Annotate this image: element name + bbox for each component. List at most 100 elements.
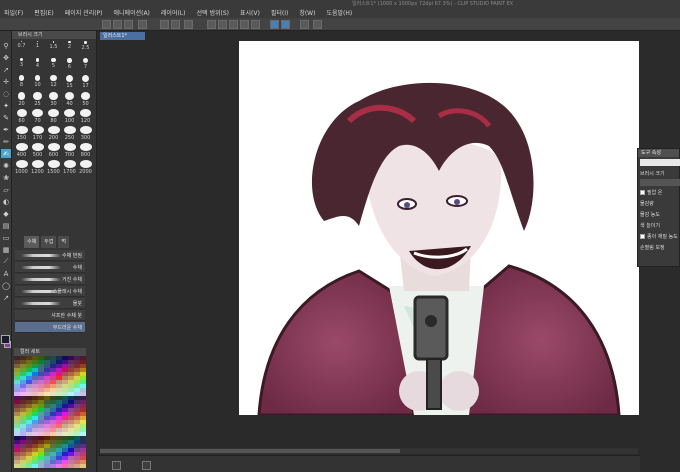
subtool-item[interactable]: 거친 수채 — [15, 274, 85, 285]
text-icon[interactable]: A — [1, 269, 11, 278]
menu-help[interactable]: 도움말(H) — [326, 8, 352, 17]
tab-watercolor[interactable]: 수채 — [24, 236, 40, 248]
brush-size-option[interactable]: 4 — [30, 58, 45, 73]
brush-size-option[interactable]: 25 — [30, 92, 45, 107]
crop-icon[interactable] — [251, 20, 260, 29]
brush-size-option[interactable]: 3 — [14, 58, 29, 73]
save-icon[interactable] — [124, 20, 133, 29]
menu-edit[interactable]: 편집(E) — [34, 8, 54, 17]
layer-icon[interactable] — [142, 461, 151, 470]
brush-size-option[interactable]: 2 — [62, 41, 77, 56]
subtool-item[interactable]: 수채 — [15, 262, 85, 273]
move-icon[interactable]: ✥ — [1, 53, 11, 62]
brush-size-option[interactable]: 7 — [78, 58, 93, 73]
brush-size-option[interactable]: 120 — [78, 109, 93, 124]
pressure-toggle[interactable]: 필압 온 — [640, 189, 662, 196]
brush-size-option[interactable]: 5 — [46, 58, 61, 73]
brush-size-option[interactable]: 2.5 — [78, 41, 93, 56]
brush-size-option[interactable]: 150 — [14, 126, 29, 141]
brush-size-option[interactable]: 1500 — [46, 160, 61, 175]
brush-size-option[interactable]: 1000 — [14, 160, 29, 175]
pressure-checkbox[interactable] — [640, 190, 645, 195]
export-icon[interactable] — [138, 20, 147, 29]
brush-icon[interactable]: ✍ — [1, 149, 11, 158]
drawing-canvas[interactable] — [239, 41, 639, 415]
balloon-icon[interactable]: ◯ — [1, 281, 11, 290]
brush-size-value-slider[interactable] — [640, 179, 680, 186]
brush-size-option[interactable]: 200 — [46, 126, 61, 141]
subtool-item-selected[interactable]: 부드러운 수채 — [15, 322, 85, 333]
settings-icon[interactable] — [313, 20, 322, 29]
redo-icon[interactable] — [171, 20, 180, 29]
blend-icon[interactable]: ◐ — [1, 197, 11, 206]
brush-size-option[interactable]: 1700 — [62, 160, 77, 175]
move-layer-icon[interactable]: ✛ — [1, 77, 11, 86]
zoom-icon[interactable]: ⚲ — [1, 41, 11, 50]
menu-animation[interactable]: 애니메이션(A) — [114, 8, 150, 17]
main-color-swatch[interactable] — [1, 335, 10, 344]
brush-size-option[interactable]: 100 — [62, 109, 77, 124]
brush-size-option[interactable]: 2000 — [78, 160, 93, 175]
paper-texture-checkbox[interactable] — [640, 234, 645, 239]
new-icon[interactable] — [102, 20, 111, 29]
decoration-icon[interactable]: ❀ — [1, 173, 11, 182]
clear-icon[interactable] — [184, 20, 193, 29]
brush-size-option[interactable]: 170 — [30, 126, 45, 141]
tab-ink[interactable]: 먹 — [58, 236, 70, 248]
selection-icon[interactable]: ◌ — [1, 89, 11, 98]
brush-size-option[interactable]: 8 — [14, 75, 29, 90]
pen-icon[interactable]: ✒ — [1, 125, 11, 134]
menu-view[interactable]: 표시(V) — [240, 8, 260, 17]
brush-size-option[interactable]: 250 — [62, 126, 77, 141]
correct-line-icon[interactable]: ↗ — [1, 293, 11, 302]
subtool-item[interactable]: 스플래시 수채 — [15, 286, 85, 297]
brush-size-option[interactable]: 1200 — [30, 160, 45, 175]
menu-window[interactable]: 창(W) — [299, 8, 315, 17]
eraser-icon[interactable]: ▱ — [1, 185, 11, 194]
navigator-icon[interactable] — [112, 461, 121, 470]
ruler-icon[interactable] — [300, 20, 309, 29]
deselect-icon[interactable] — [240, 20, 249, 29]
figure-icon[interactable]: ▭ — [1, 233, 11, 242]
brush-size-option[interactable]: 6 — [62, 58, 77, 73]
snap-ruler-icon[interactable] — [270, 20, 279, 29]
horizontal-scrollbar[interactable] — [100, 448, 638, 454]
menu-page[interactable]: 페이지 관리(P) — [65, 8, 103, 17]
brush-size-option[interactable]: 700 — [62, 143, 77, 158]
brush-size-option[interactable]: 400 — [14, 143, 29, 158]
fill-icon[interactable] — [218, 20, 227, 29]
pencil-icon[interactable]: ✏ — [1, 137, 11, 146]
subtool-item[interactable]: 수채 번짐 — [15, 250, 85, 261]
brush-size-option[interactable]: 300 — [78, 126, 93, 141]
brush-size-option[interactable]: 20 — [14, 92, 29, 107]
airbrush-icon[interactable]: ✺ — [1, 161, 11, 170]
brush-size-option[interactable]: 15 — [62, 75, 77, 90]
scroll-thumb[interactable] — [100, 449, 400, 453]
tab-thick-paint[interactable]: 두껍 — [41, 236, 57, 248]
brush-size-option[interactable]: 800 — [78, 143, 93, 158]
menu-selection[interactable]: 선택 범위(S) — [197, 8, 229, 17]
subtool-item[interactable]: 샤프한 수채 붓 — [15, 310, 85, 321]
operation-icon[interactable]: ➚ — [1, 65, 11, 74]
brush-size-option[interactable]: 10 — [30, 75, 45, 90]
paper-texture-toggle[interactable]: 종이 재질 농도 — [640, 233, 678, 240]
brush-size-option[interactable]: 70 — [30, 109, 45, 124]
transform-icon[interactable] — [207, 20, 216, 29]
snap-guide-icon[interactable] — [281, 20, 290, 29]
brush-size-option[interactable]: 500 — [30, 143, 45, 158]
color-swatch[interactable] — [80, 464, 86, 468]
menu-file[interactable]: 파일(F) — [4, 8, 23, 17]
brush-size-option[interactable]: 50 — [78, 92, 93, 107]
brush-size-option[interactable]: 40 — [62, 92, 77, 107]
frame-icon[interactable]: ▦ — [1, 245, 11, 254]
brush-size-slider[interactable] — [640, 159, 680, 166]
ruler-tool-icon[interactable]: ⟋ — [1, 257, 11, 266]
eyedropper-icon[interactable]: ✎ — [1, 113, 11, 122]
open-icon[interactable] — [113, 20, 122, 29]
document-tab[interactable]: 일러스트1* — [100, 32, 145, 40]
auto-select-icon[interactable]: ✦ — [1, 101, 11, 110]
menu-filter[interactable]: 필터(I) — [271, 8, 289, 17]
brush-size-option[interactable]: 17 — [78, 75, 93, 90]
brush-size-option[interactable]: 1.5 — [46, 41, 61, 56]
brush-size-option[interactable]: 30 — [46, 92, 61, 107]
